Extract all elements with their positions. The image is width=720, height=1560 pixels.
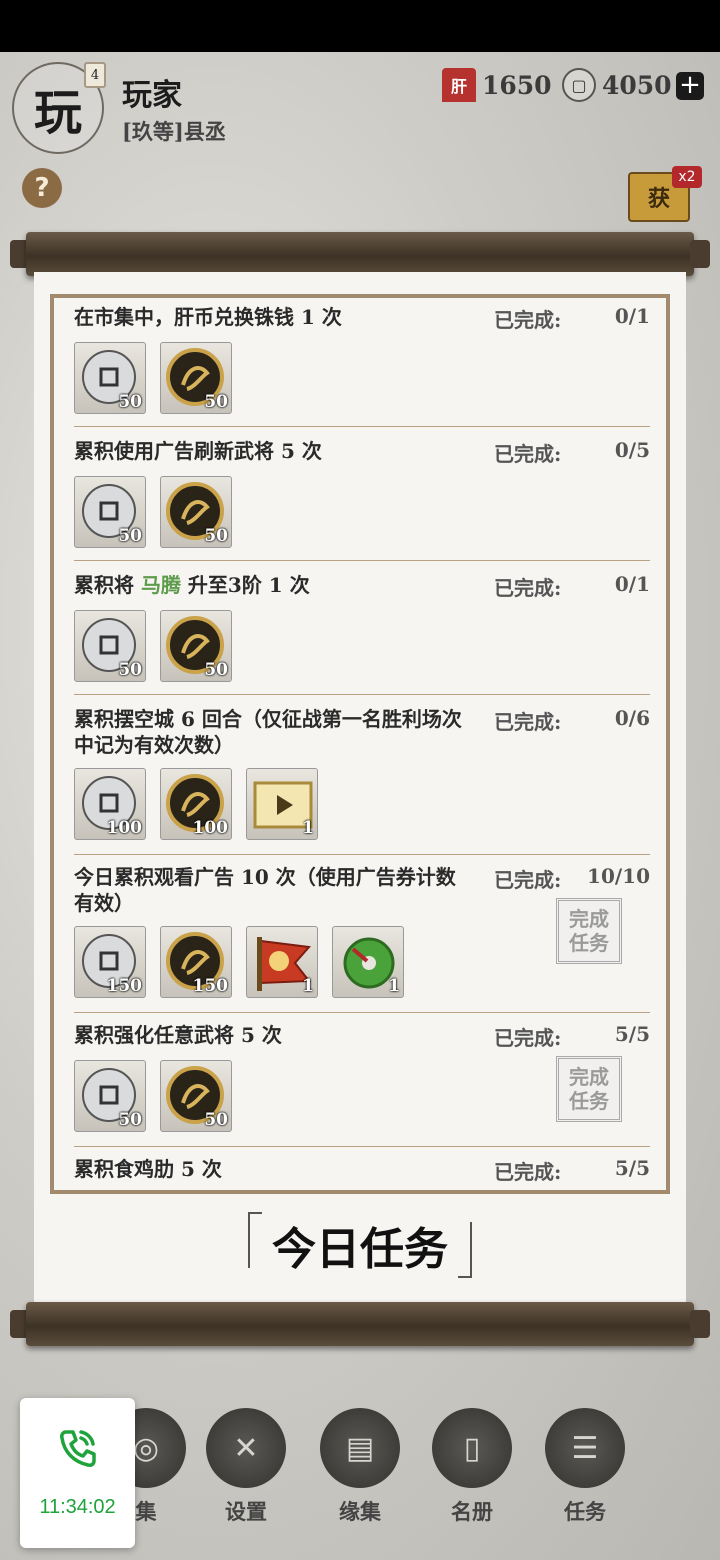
currency-liver: 肝 1650: [442, 68, 552, 102]
task-progress: 5/5: [614, 1022, 650, 1046]
reward-item[interactable]: 150: [74, 926, 146, 998]
reward-item[interactable]: 50: [74, 476, 146, 548]
reward-qty: 50: [204, 392, 228, 412]
book-icon: ▤: [320, 1408, 400, 1488]
call-widget[interactable]: 11:34:02: [20, 1398, 135, 1548]
task-title-pre: 累积将: [74, 573, 141, 597]
currency-liver-value: 1650: [482, 70, 552, 100]
reward-item[interactable]: 50: [160, 476, 232, 548]
nav-item-fate[interactable]: ▤ 缘集: [310, 1400, 410, 1526]
add-currency-button[interactable]: +: [676, 72, 704, 100]
reward-item[interactable]: 1: [246, 926, 318, 998]
task-status-label: 已完成:: [494, 1160, 562, 1184]
reward-qty: 1: [388, 976, 400, 996]
currency-coin: ▢ 4050: [562, 68, 672, 102]
divider: [74, 1012, 650, 1013]
task-progress: 0/6: [614, 706, 650, 730]
reward-item[interactable]: 50: [160, 342, 232, 414]
nav-item-settings[interactable]: ✕ 设置: [196, 1400, 296, 1526]
nav-label: 名册: [451, 1499, 493, 1524]
task-title: 累积摆空城 6 回合（仅征战第一名胜利场次中记为有效次数）: [74, 707, 462, 757]
roster-icon: ▯: [432, 1408, 512, 1488]
reward-qty: 100: [106, 818, 143, 838]
player-title: [玖等]县丞: [122, 119, 226, 144]
divider: [74, 560, 650, 561]
reward-qty: 50: [204, 526, 228, 546]
nav-label: 设置: [225, 1499, 267, 1524]
reward-item[interactable]: 100: [160, 768, 232, 840]
reward-item[interactable]: 150: [160, 926, 232, 998]
task-progress: 0/5: [614, 438, 650, 462]
general-name: 马腾: [140, 573, 181, 597]
nav-item-tasks[interactable]: ☰ 任务: [535, 1400, 635, 1526]
task-title-post: 升至3阶 1 次: [180, 573, 310, 597]
task-status-label: 已完成:: [494, 308, 562, 332]
task-title: 累积强化任意武将 5 次: [74, 1023, 282, 1047]
reward-qty: 50: [118, 526, 142, 546]
task-complete-stamp: 完成 任务: [556, 1056, 622, 1122]
call-duration: 11:34:02: [39, 1496, 116, 1518]
task-progress: 5/5: [614, 1156, 650, 1180]
reward-item[interactable]: 50: [74, 1060, 146, 1132]
avatar-char: 玩: [33, 85, 82, 141]
task-progress: 0/1: [614, 304, 650, 328]
task-title: 今日累积观看广告 10 次（使用广告券计数有效）: [74, 865, 456, 915]
divider: [74, 694, 650, 695]
task-status-label: 已完成:: [494, 868, 562, 892]
reward-qty: 50: [118, 660, 142, 680]
task-title: 累积将 马腾 升至3阶 1 次: [74, 572, 474, 598]
divider: [74, 426, 650, 427]
task-status-label: 已完成:: [494, 1026, 562, 1050]
reward-item[interactable]: 1: [246, 768, 318, 840]
task-status-label: 已完成:: [494, 442, 562, 466]
scroll-rod-bottom: [10, 1302, 710, 1346]
settings-icon: ✕: [206, 1408, 286, 1488]
avatar-level-badge: 4: [84, 62, 106, 88]
reward-item[interactable]: 50: [74, 610, 146, 682]
task-progress: 0/1: [614, 572, 650, 596]
scroll-task-icon: ☰: [545, 1408, 625, 1488]
task-status-label: 已完成:: [494, 576, 562, 600]
task-title: 在市集中，肝币兑换铢钱 1 次: [74, 305, 342, 329]
phone-call-icon: [60, 1430, 96, 1467]
reward-qty: 150: [192, 976, 229, 996]
scroll-icon-label: 获: [647, 186, 670, 212]
copper-coin-icon: ▢: [562, 68, 596, 102]
reward-qty: 150: [106, 976, 143, 996]
reward-qty: 1: [302, 976, 314, 996]
reward-qty: 1: [302, 818, 314, 838]
reward-qty: 50: [118, 1110, 142, 1130]
task-progress: 10/10: [587, 864, 650, 888]
reward-item[interactable]: 1: [332, 926, 404, 998]
task-title: 累积使用广告刷新武将 5 次: [74, 439, 322, 463]
reward-item[interactable]: 50: [160, 610, 232, 682]
nav-label: 任务: [564, 1499, 606, 1524]
divider: [74, 1146, 650, 1147]
liver-coin-icon: 肝: [442, 68, 476, 102]
task-list[interactable]: 在市集中，肝币兑换铢钱 1 次 已完成: 0/1 50 50 累积使用广告刷新武…: [50, 294, 670, 1194]
help-button[interactable]: ?: [22, 168, 62, 208]
daily-tasks-banner: 今日任务: [248, 1212, 472, 1278]
reward-qty: 50: [204, 1110, 228, 1130]
reward-item[interactable]: 100: [74, 768, 146, 840]
reward-item[interactable]: 50: [160, 1060, 232, 1132]
nav-item-roster[interactable]: ▯ 名册: [422, 1400, 522, 1526]
currency-coin-value: 4050: [602, 70, 672, 100]
reward-qty: 50: [118, 392, 142, 412]
reward-qty: 50: [204, 660, 228, 680]
task-status-label: 已完成:: [494, 710, 562, 734]
reward-qty: 100: [192, 818, 229, 838]
multiplier-badge: x2: [672, 166, 702, 188]
divider: [74, 854, 650, 855]
reward-item[interactable]: 50: [74, 342, 146, 414]
nav-label: 缘集: [339, 1499, 381, 1524]
player-name: 玩家: [122, 78, 182, 113]
task-complete-stamp: 完成 任务: [556, 898, 622, 964]
banner-title: 今日任务: [272, 1224, 448, 1275]
scroll-rod-top: [10, 232, 710, 276]
task-title: 累积食鸡肋 5 次: [74, 1157, 222, 1181]
status-bar: [0, 0, 720, 52]
